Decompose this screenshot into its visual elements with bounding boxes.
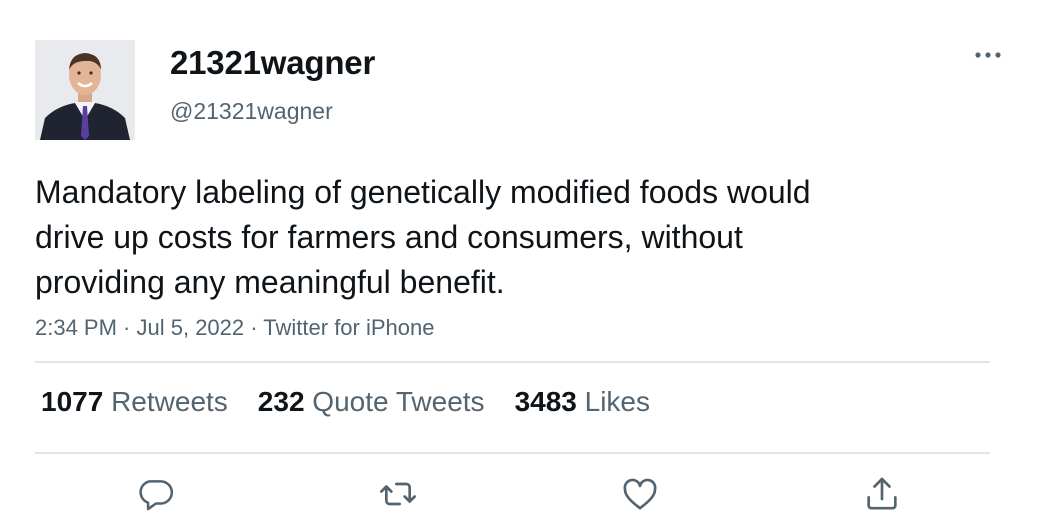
meta-separator: · bbox=[116, 315, 137, 340]
tweet-text-line: providing any meaningful benefit. bbox=[35, 264, 505, 300]
tweet-text-line: Mandatory labeling of genetically modifi… bbox=[35, 174, 811, 210]
more-dots-icon bbox=[975, 52, 1001, 58]
tweet-text-line: drive up costs for farmers and consumers… bbox=[35, 219, 743, 255]
retweet-button[interactable] bbox=[376, 472, 420, 516]
avatar[interactable] bbox=[35, 40, 135, 140]
like-icon bbox=[623, 478, 657, 510]
tweet-text: Mandatory labeling of genetically modifi… bbox=[35, 170, 935, 305]
tweet-date[interactable]: Jul 5, 2022 bbox=[137, 315, 245, 340]
divider bbox=[35, 361, 990, 363]
tweet-source[interactable]: Twitter for iPhone bbox=[263, 315, 434, 340]
like-button[interactable] bbox=[618, 472, 662, 516]
display-name[interactable]: 21321wagner bbox=[170, 44, 375, 82]
likes-count: 3483 bbox=[514, 386, 577, 417]
quote-tweets-count: 232 bbox=[257, 386, 305, 417]
reply-icon bbox=[139, 480, 174, 511]
tweet-stats: 1077 Retweets 232 Quote Tweets 3483 Like… bbox=[41, 386, 650, 418]
more-options-button[interactable] bbox=[968, 40, 1008, 70]
meta-separator: · bbox=[244, 315, 264, 340]
action-bar bbox=[0, 472, 1050, 522]
profile-photo-icon bbox=[35, 40, 135, 140]
tweet-card: 21321wagner @21321wagner Mandatory label… bbox=[0, 0, 1050, 525]
likes-label: Likes bbox=[584, 386, 651, 417]
retweet-icon bbox=[380, 482, 416, 506]
tweet-metadata: 2:34 PM · Jul 5, 2022 · Twitter for iPho… bbox=[35, 315, 434, 341]
share-button[interactable] bbox=[860, 472, 904, 516]
retweets-stat[interactable]: 1077 Retweets bbox=[41, 386, 228, 418]
reply-button[interactable] bbox=[134, 472, 178, 516]
retweets-label: Retweets bbox=[111, 386, 228, 417]
share-icon bbox=[867, 477, 897, 510]
quote-tweets-stat[interactable]: 232 Quote Tweets bbox=[258, 386, 485, 418]
user-handle[interactable]: @21321wagner bbox=[170, 98, 333, 125]
tweet-time[interactable]: 2:34 PM bbox=[35, 315, 117, 340]
likes-stat[interactable]: 3483 Likes bbox=[515, 386, 650, 418]
retweets-count: 1077 bbox=[41, 386, 104, 417]
divider bbox=[35, 452, 990, 454]
quote-tweets-label: Quote Tweets bbox=[312, 386, 485, 417]
